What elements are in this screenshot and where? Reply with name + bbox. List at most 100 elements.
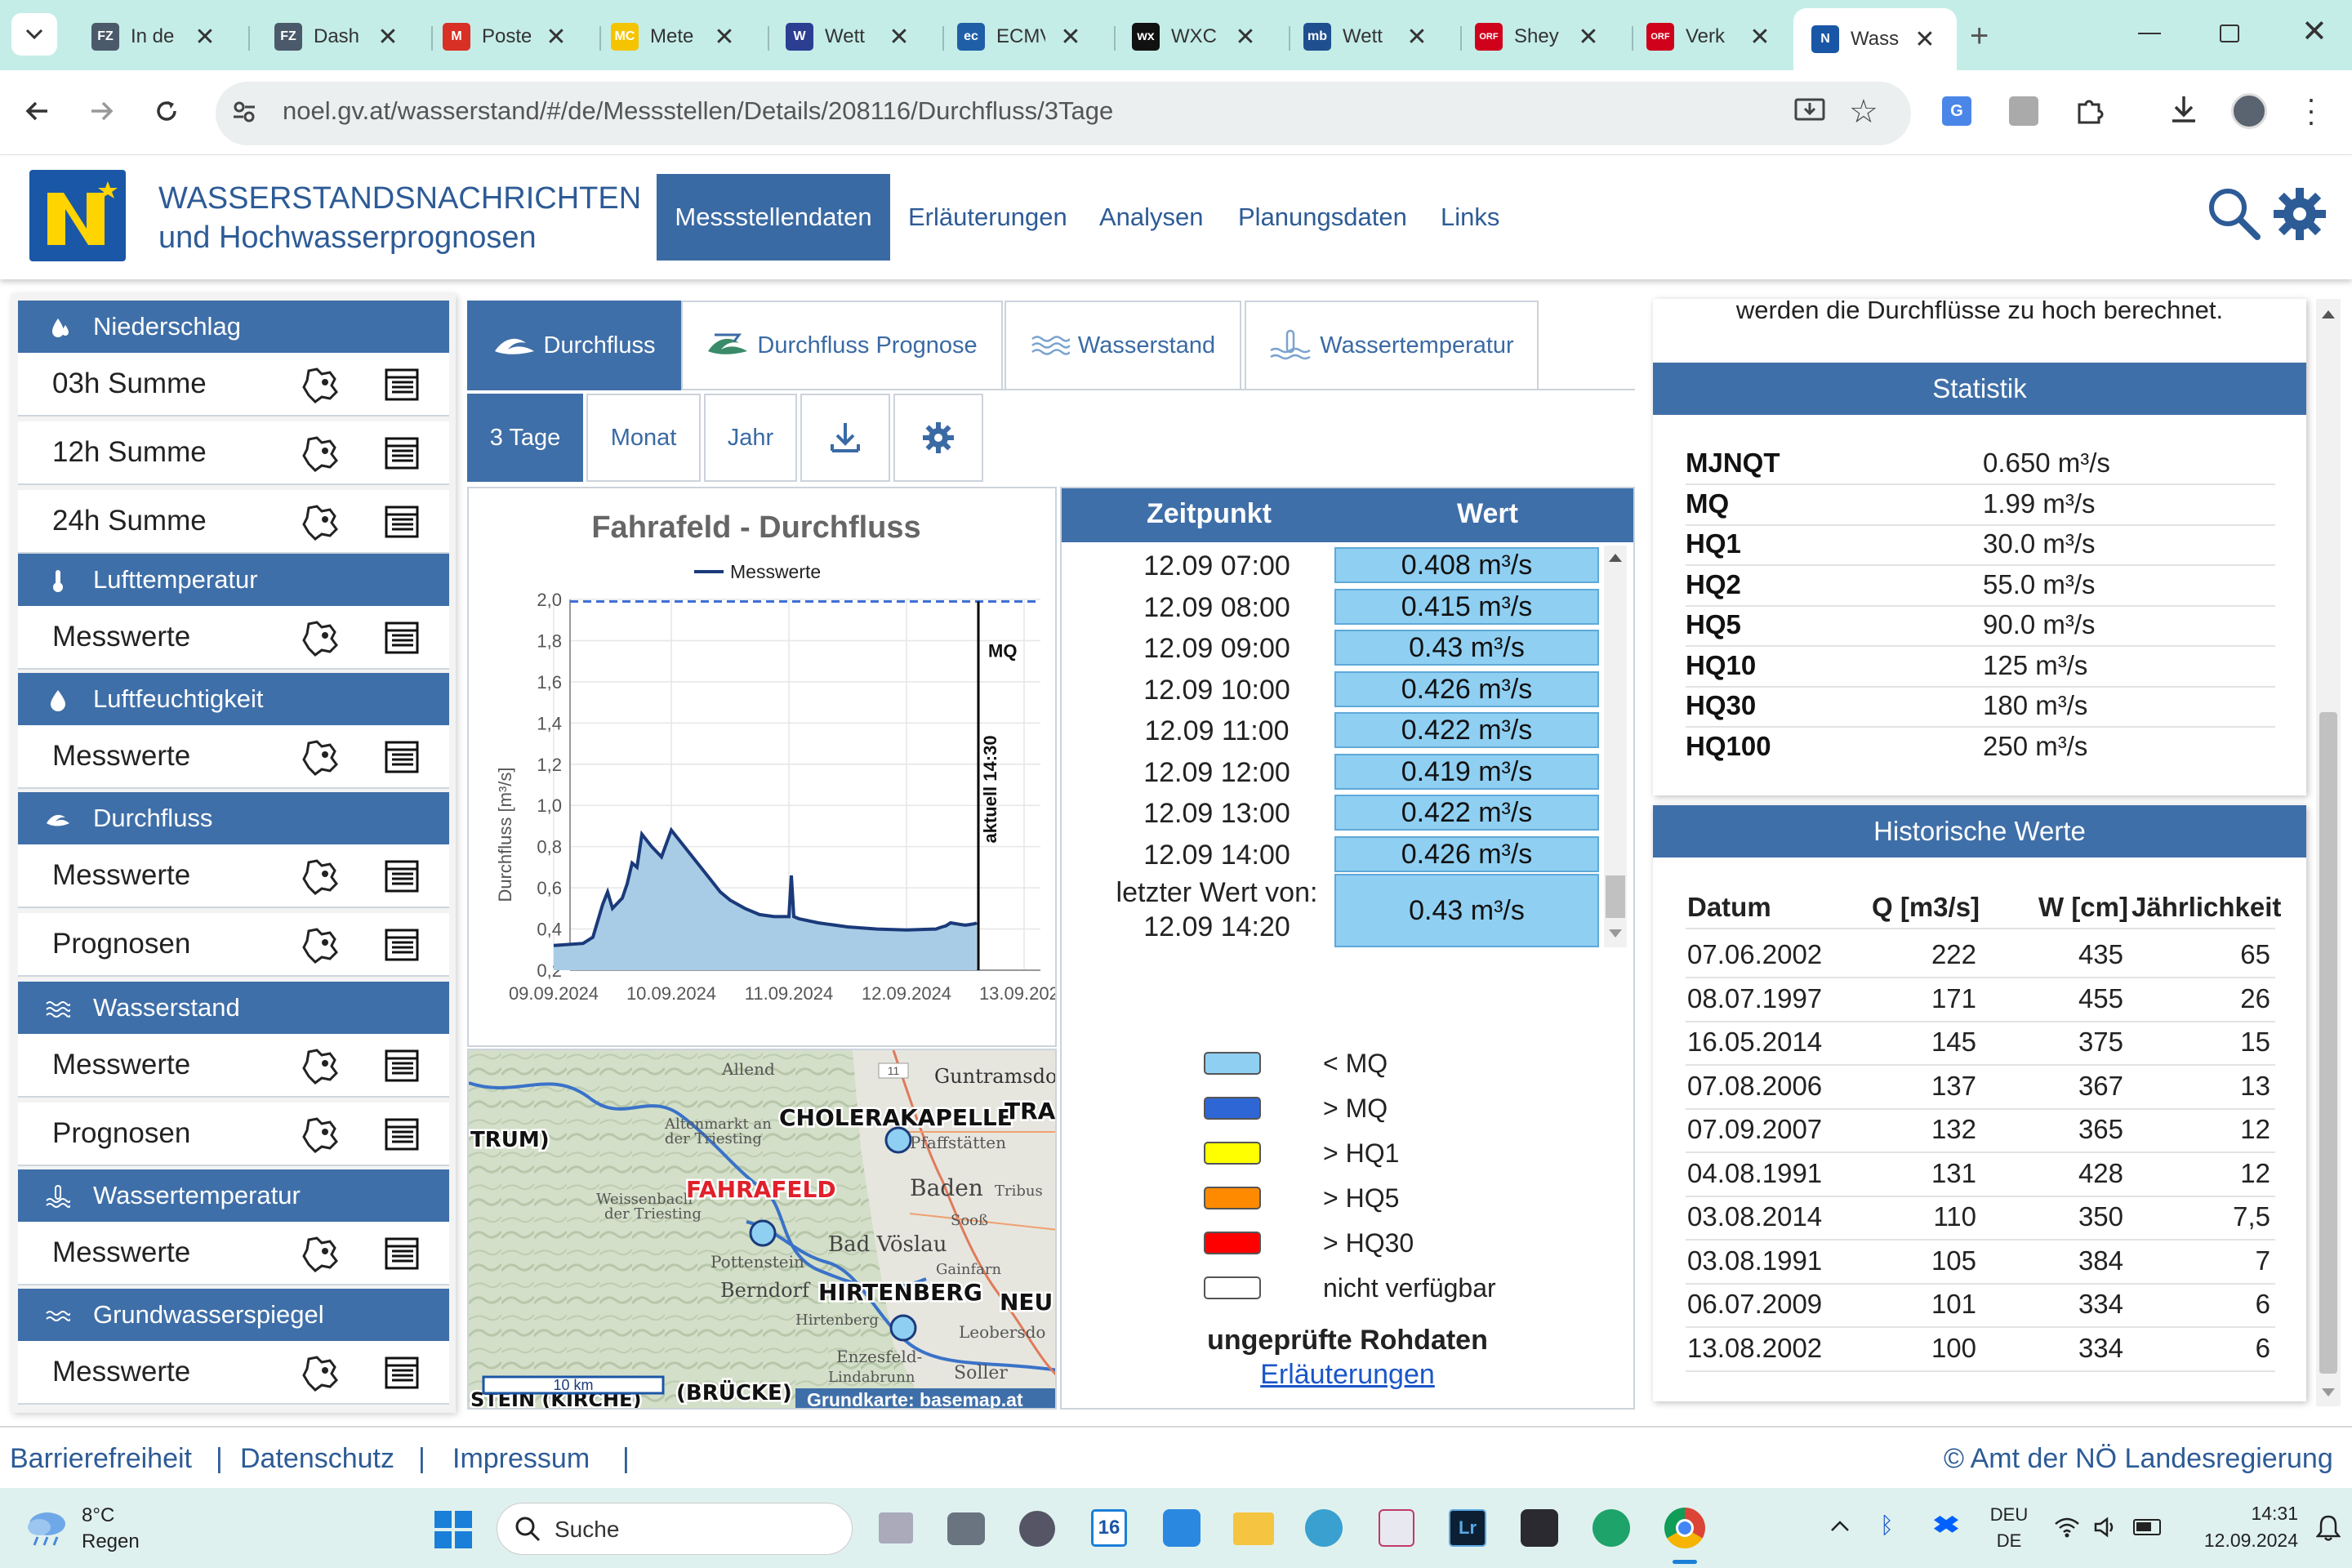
nav-erlaeuterungen[interactable]: Erläuterungen [908,203,1067,232]
map-station-traiskirchen[interactable]: TRAIS [1003,1096,1057,1127]
station-marker-fahrafeld[interactable] [749,1219,777,1247]
chart-settings-button[interactable] [893,394,983,482]
subtab-jahr[interactable]: Jahr [704,394,797,482]
scroll-thumb[interactable] [1606,875,1625,918]
footer-link-impressum[interactable]: Impressum [452,1443,590,1475]
scroll-down-arrow[interactable] [1609,929,1622,938]
tab-durchfluss-prognose[interactable]: Durchfluss Prognose [681,301,1003,390]
calendar-app-icon[interactable]: 16 [1091,1509,1127,1547]
tab-close-icon[interactable]: ✕ [1748,23,1772,51]
footer-link-barrierefreiheit[interactable]: Barrierefreiheit [10,1443,192,1475]
map-icon[interactable] [301,503,340,541]
browser-menu-icon[interactable]: · · · [2306,84,2316,136]
translate-extension-icon[interactable]: G [1942,96,1971,126]
browser-tab[interactable]: ec ECMV ✕ [939,11,1114,62]
table-list-icon[interactable] [384,505,420,539]
tab-durchfluss[interactable]: Durchfluss [467,301,681,390]
table-list-icon[interactable] [384,436,420,470]
table-list-icon[interactable] [384,1117,420,1152]
tab-close-icon[interactable]: ✕ [712,23,737,51]
taskbar-search-box[interactable]: Suche [497,1503,853,1555]
map-station-fahrafeld[interactable]: FAHRAFELD [684,1174,839,1205]
browser-tab[interactable]: ORF Verk ✕ [1628,11,1803,62]
site-info-icon[interactable] [230,98,258,126]
station-marker-cholerakapelle[interactable] [884,1126,912,1154]
tab-close-icon[interactable]: ✕ [1576,23,1601,51]
tab-close-icon[interactable]: ✕ [193,23,217,51]
sidebar-item[interactable]: 12h Summe [18,421,449,485]
lightroom-app-icon[interactable]: Lr [1449,1509,1486,1547]
edge-browser-icon[interactable] [1592,1509,1630,1547]
station-marker-hirtenberg[interactable] [889,1314,917,1342]
map-icon[interactable] [301,1354,340,1392]
download-button[interactable] [800,394,890,482]
map-icon[interactable] [301,1235,340,1272]
volume-icon[interactable] [2092,1516,2118,1539]
table-list-icon[interactable] [384,1049,420,1083]
new-tab-button[interactable]: + [1970,18,1989,55]
sidebar-item[interactable]: 24h Summe [18,490,449,554]
table-list-icon[interactable] [384,1356,420,1390]
minimize-button[interactable] [2138,33,2161,34]
nav-planungsdaten[interactable]: Planungsdaten [1238,203,1407,232]
url-text[interactable]: noel.gv.at/wasserstand/#/de/Messstellen/… [283,96,1113,126]
close-window-button[interactable]: ✕ [2301,13,2328,50]
map-icon[interactable] [301,434,340,472]
browser-tab[interactable]: N Wass ✕ [1793,8,1957,70]
sidebar-item[interactable]: Prognosen [18,913,449,977]
browser-tab[interactable]: FZ Dash ✕ [256,11,431,62]
task-view-icon[interactable] [879,1512,913,1544]
photos-app-icon[interactable] [1163,1509,1200,1547]
table-list-icon[interactable] [384,368,420,402]
station-map[interactable]: 11 Allend Guntramsdo Altenmarkt an der T… [467,1049,1057,1410]
install-app-icon[interactable] [1793,96,1826,126]
nav-messstellendaten[interactable]: Messstellendaten [657,174,890,261]
maximize-button[interactable] [2220,24,2239,42]
page-scroll-up-arrow[interactable] [2322,310,2335,318]
nav-analysen[interactable]: Analysen [1099,203,1204,232]
map-icon[interactable] [301,366,340,403]
map-station-bruecke[interactable]: (BRÜCKE) [675,1377,795,1408]
map-station-hirtenberg[interactable]: HIRTENBERG [817,1277,985,1308]
tab-close-icon[interactable]: ✕ [376,23,400,51]
file-explorer-icon[interactable] [1233,1512,1274,1545]
map-station-neu[interactable]: NEU [998,1287,1055,1318]
sidebar-item[interactable]: Messwerte [18,1341,449,1405]
sidebar-item[interactable]: Messwerte [18,844,449,908]
tab-close-icon[interactable]: ✕ [1233,23,1258,51]
tray-chevron-icon[interactable] [1829,1519,1851,1534]
map-icon[interactable] [301,1047,340,1085]
rss-extension-icon[interactable] [2009,96,2038,126]
browser-tab[interactable]: ORF Shey ✕ [1457,11,1632,62]
chrome-browser-icon[interactable] [1664,1508,1705,1548]
forward-button[interactable] [87,96,116,126]
browser-tab[interactable]: MC Mete ✕ [593,11,768,62]
battery-icon[interactable] [2133,1519,2161,1535]
wifi-icon[interactable] [2053,1516,2081,1539]
map-icon[interactable] [301,926,340,964]
settings-gear-icon[interactable] [2270,185,2329,243]
table-list-icon[interactable] [384,740,420,774]
page-scrollbar[interactable] [2316,299,2341,1406]
sidebar-item[interactable]: Messwerte [18,606,449,670]
tab-wassertemperatur[interactable]: Wassertemperatur [1245,301,1539,390]
tab-search-button[interactable] [11,13,57,56]
start-button[interactable] [434,1511,472,1548]
noe-logo[interactable] [29,170,126,261]
settings-app-icon[interactable] [1019,1511,1055,1547]
sidebar-item[interactable]: Prognosen [18,1102,449,1166]
footer-link-datenschutz[interactable]: Datenschutz [240,1443,394,1475]
table-list-icon[interactable] [384,928,420,962]
tab-wasserstand[interactable]: Wasserstand [1004,301,1241,390]
map-icon[interactable] [301,738,340,776]
sidebar-item[interactable]: Messwerte [18,1222,449,1285]
tab-close-icon[interactable]: ✕ [1913,25,1937,54]
table-list-icon[interactable] [384,859,420,893]
sidebar-item[interactable]: Messwerte [18,1034,449,1098]
table-list-icon[interactable] [384,621,420,655]
language-indicator[interactable]: DEU DE [1986,1504,2032,1552]
page-scroll-down-arrow[interactable] [2322,1388,2335,1396]
globe-app-icon[interactable] [1305,1509,1343,1547]
browser-tab[interactable]: FZ In de ✕ [74,11,248,62]
bookmark-star-icon[interactable]: ☆ [1849,93,1878,131]
